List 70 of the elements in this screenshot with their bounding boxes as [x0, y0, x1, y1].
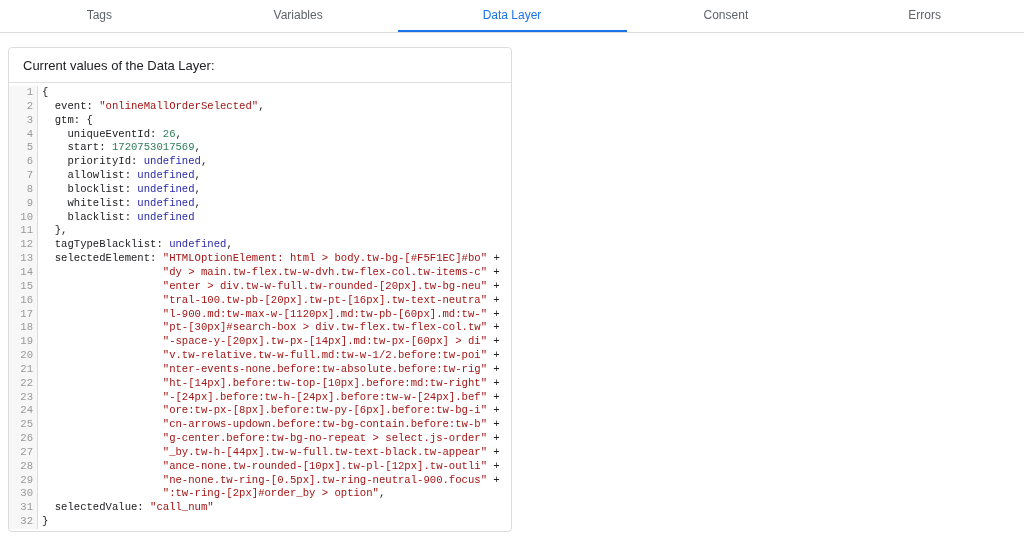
code-line: ":tw-ring-[2px]#order_by > option",: [162, 487, 386, 500]
code-line: "dy > main.tw-flex.tw-w-dvh.tw-flex-col.tw-items-c" +: [162, 265, 500, 278]
line-number: 26: [19, 432, 33, 446]
code-line: priorityId: undefined,: [66, 155, 208, 168]
line-number: 30: [19, 487, 33, 502]
code-line: event: "onlineMallOrderSelected",: [53, 99, 265, 112]
line-number: 16: [19, 293, 33, 308]
code-line: {: [42, 86, 49, 98]
code-line: tagTypeBlacklist: undefined,: [53, 238, 233, 251]
line-number: 22: [19, 376, 33, 391]
code-line: "pt-[30px]#search-box > div.tw-flex.tw-flex-col.tw" +: [162, 321, 500, 334]
line-number: 3: [25, 113, 33, 128]
line-number: 2: [25, 99, 33, 114]
code-line: "l-900.md:tw-max-w-[1120px].md:tw-pb-[60px].md:tw-" +: [162, 307, 500, 320]
line-number: 9: [25, 196, 33, 211]
code-line: "ht-[14px].before:tw-top-[10px].before:md:tw-right" +: [162, 376, 500, 389]
line-number: 32: [19, 515, 33, 529]
code-line: selectedValue: "call_num": [53, 501, 214, 514]
line-number: 12: [19, 238, 33, 253]
code-line: "_by.tw-h-[44px].tw-w-full.tw-text-black.tw-appear" +: [162, 445, 500, 458]
code-line: "cn-arrows-updown.before:tw-bg-contain.before:tw-b" +: [162, 418, 500, 431]
code-line: whitelist: undefined,: [66, 196, 201, 209]
line-number: 8: [25, 182, 33, 197]
line-number: 23: [19, 390, 33, 405]
code-line: gtm: {: [53, 113, 93, 126]
line-number: 10: [19, 210, 33, 225]
line-number: 15: [19, 279, 33, 294]
line-number: 31: [19, 501, 33, 516]
panel-title: Current values of the Data Layer:: [9, 48, 511, 83]
code-line: "-space-y-[20px].tw-px-[14px].md:tw-px-[60px] > di" +: [162, 335, 500, 348]
line-number: 6: [25, 155, 33, 170]
code-line: "enter > div.tw-w-full.tw-rounded-[20px].tw-bg-neu" +: [162, 279, 500, 292]
line-number: 21: [19, 362, 33, 377]
code-line: uniqueEventId: 26,: [66, 127, 182, 140]
line-number: 27: [19, 445, 33, 460]
code-line: }: [42, 515, 49, 528]
code-line: "g-center.before:tw-bg-no-repeat > select.js-order" +: [162, 432, 500, 445]
code-line: "ore:tw-px-[8px].before:tw-py-[6px].before:tw-bg-i" +: [162, 404, 500, 417]
tab[interactable]: Errors: [825, 0, 1024, 32]
line-number: 1: [25, 86, 33, 100]
code-line: selectedElement: "HTMLOptionElement: html > body.tw-bg-[#F5F1EC]#bo" +: [53, 252, 500, 265]
code-line: "ance-none.tw-rounded-[10px].tw-pl-[12px].tw-outli" +: [162, 459, 500, 472]
line-number: 17: [19, 307, 33, 322]
line-number: 13: [19, 252, 33, 266]
tab[interactable]: Tags: [0, 0, 199, 32]
line-number: 20: [19, 349, 33, 363]
code-line: },: [53, 224, 68, 237]
line-number: 24: [19, 404, 33, 419]
line-number: 14: [19, 265, 33, 280]
tab[interactable]: Variables: [198, 0, 398, 32]
code-line: blocklist: undefined,: [66, 182, 201, 195]
line-number: 19: [19, 335, 33, 350]
code-line: blacklist: undefined: [66, 210, 195, 223]
line-number: 28: [19, 459, 33, 474]
tab[interactable]: Data Layer: [397, 0, 627, 32]
code-line: "nter-events-none.before:tw-absolute.before:tw-rig" +: [162, 362, 500, 375]
line-number: 18: [19, 321, 33, 336]
code-line: "v.tw-relative.tw-w-full.md:tw-w-1/2.before:tw-poi" +: [162, 349, 500, 362]
line-number: 7: [25, 169, 33, 183]
line-number: 5: [25, 141, 33, 156]
code-line: start: 1720753017569,: [66, 141, 201, 154]
line-number: 25: [19, 418, 33, 433]
code-line: "ne-none.tw-ring-[0.5px].tw-ring-neutral-900.focus" +: [162, 473, 500, 486]
tab[interactable]: Consent: [626, 0, 826, 32]
code-line: allowlist: undefined,: [66, 169, 201, 182]
code-line: "-[24px].before:tw-h-[24px].before:tw-w-[24px].bef" +: [162, 390, 500, 403]
line-number: 29: [19, 473, 33, 488]
code-line: "tral-100.tw-pb-[20px].tw-pt-[16px].tw-text-neutra" +: [162, 293, 500, 306]
line-number: 4: [25, 127, 33, 142]
line-number: 11: [19, 224, 33, 239]
